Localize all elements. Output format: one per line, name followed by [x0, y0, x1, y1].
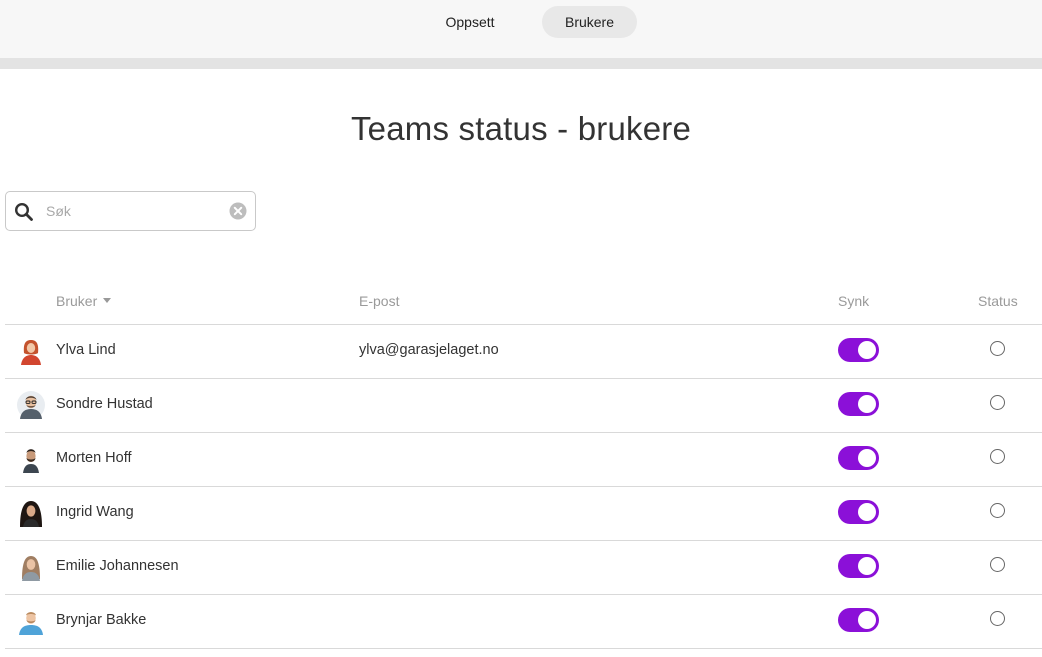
tab-brukere[interactable]: Brukere	[542, 6, 637, 38]
avatar	[17, 607, 45, 635]
user-name: Ingrid Wang	[56, 504, 134, 520]
user-name: Sondre Hustad	[56, 396, 153, 412]
user-name: Morten Hoff	[56, 450, 132, 466]
search-icon	[14, 202, 33, 221]
avatar	[17, 499, 45, 527]
user-name: Brynjar Bakke	[56, 612, 147, 628]
avatar	[17, 391, 45, 419]
nav-divider	[0, 58, 1042, 69]
column-header-status: Status	[978, 293, 1018, 309]
top-nav-bar: Oppsett Brukere	[0, 0, 1042, 58]
status-indicator	[990, 611, 1005, 626]
toggle-knob	[858, 611, 876, 629]
search-box[interactable]	[5, 191, 256, 231]
column-header-user[interactable]: Bruker	[56, 293, 112, 309]
tab-oppsett[interactable]: Oppsett	[422, 6, 518, 38]
page-title: Teams status - brukere	[350, 110, 692, 147]
table-row: Ingrid Wang	[5, 487, 1042, 541]
toggle-knob	[858, 449, 876, 467]
table-row: Morten Hoff	[5, 433, 1042, 487]
status-indicator	[990, 557, 1005, 572]
user-name: Ylva Lind	[56, 342, 116, 358]
column-header-email: E-post	[359, 293, 400, 309]
column-header-user-label: Bruker	[56, 293, 98, 309]
status-indicator	[990, 449, 1005, 464]
toggle-knob	[858, 341, 876, 359]
sync-toggle[interactable]	[838, 608, 879, 632]
sync-toggle[interactable]	[838, 554, 879, 578]
toggle-knob	[858, 557, 876, 575]
table-row: Ylva Lind ylva@garasjelaget.no	[5, 325, 1042, 379]
avatar	[17, 337, 45, 365]
table-row: Sondre Hustad	[5, 379, 1042, 433]
user-name: Emilie Johannesen	[56, 558, 179, 574]
sync-toggle[interactable]	[838, 446, 879, 470]
status-indicator	[990, 503, 1005, 518]
sync-toggle[interactable]	[838, 500, 879, 524]
search-input[interactable]	[46, 200, 222, 222]
sync-toggle[interactable]	[838, 338, 879, 362]
sort-caret-icon	[103, 297, 112, 303]
column-header-sync: Synk	[838, 293, 870, 309]
toggle-knob	[858, 395, 876, 413]
sync-toggle[interactable]	[838, 392, 879, 416]
clear-search-icon[interactable]	[229, 202, 247, 220]
table-row: Emilie Johannesen	[5, 541, 1042, 595]
toggle-knob	[858, 503, 876, 521]
user-email: ylva@garasjelaget.no	[359, 342, 499, 358]
status-indicator	[990, 395, 1005, 410]
status-indicator	[990, 341, 1005, 356]
avatar	[17, 553, 45, 581]
table-row: Brynjar Bakke	[5, 595, 1042, 649]
avatar	[17, 445, 45, 473]
